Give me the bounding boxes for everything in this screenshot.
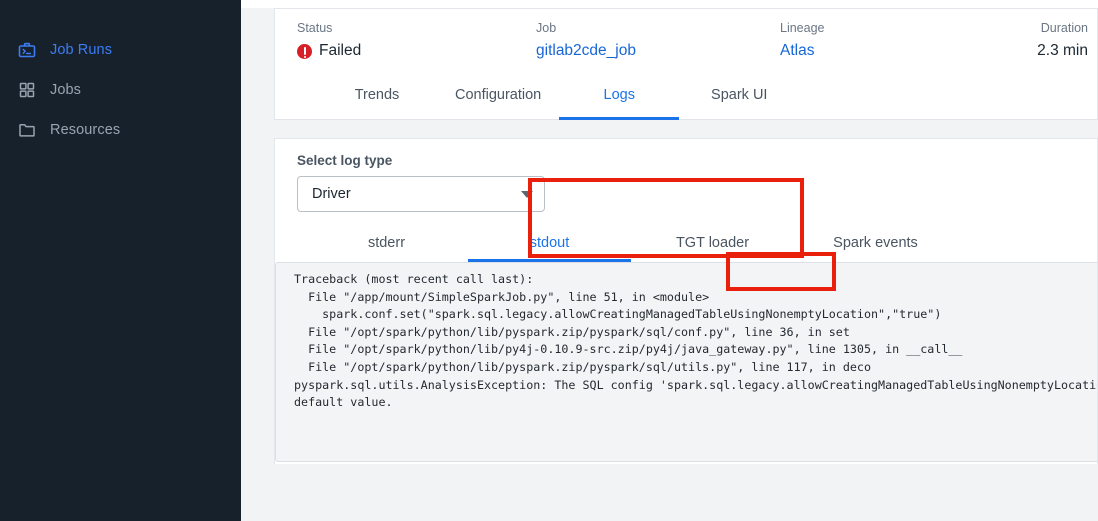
sidebar-item-resources[interactable]: Resources — [0, 110, 241, 150]
sidebar-item-label: Resources — [50, 122, 121, 138]
job-link[interactable]: gitlab2cde_job — [536, 39, 636, 63]
job-run-logs-page: Job Runs Jobs Resources Status Failed Jo… — [0, 0, 1098, 521]
subtab-spark-events[interactable]: Spark events — [794, 224, 957, 262]
section-gap — [274, 120, 1098, 138]
summary-status: Status Failed — [297, 20, 361, 63]
chevron-down-icon — [521, 190, 533, 198]
error-icon — [297, 43, 312, 59]
tab-logs[interactable]: Logs — [559, 70, 680, 120]
subtab-label: stdout — [529, 235, 570, 251]
jobs-grid-icon — [18, 81, 36, 99]
subtab-stderr[interactable]: stderr — [305, 224, 468, 262]
tab-configuration[interactable]: Configuration — [437, 70, 559, 120]
content-column: Status Failed Job gitlab2cde_job Lineage… — [274, 8, 1098, 521]
subtab-stdout[interactable]: stdout — [468, 224, 631, 262]
status-badge: Failed — [319, 42, 362, 59]
lineage-caption: Lineage — [780, 21, 825, 35]
status-caption: Status — [297, 21, 333, 35]
sidebar-item-label: Jobs — [50, 82, 82, 98]
folder-icon — [18, 121, 36, 139]
log-type-selected-value: Driver — [312, 186, 351, 202]
log-output-pane[interactable]: Traceback (most recent call last): File … — [275, 262, 1097, 462]
sidebar-item-label: Job Runs — [50, 42, 113, 58]
duration-value: 2.3 min — [1037, 42, 1088, 59]
log-subtabs: stderr stdout TGT loader Spark events — [275, 224, 1097, 262]
log-type-select[interactable]: Driver — [297, 176, 545, 212]
sidebar-item-job-runs[interactable]: Job Runs — [0, 30, 241, 70]
sidebar-item-jobs[interactable]: Jobs — [0, 70, 241, 110]
main-tabs: Trends Configuration Logs Spark UI — [274, 70, 1098, 120]
tab-spark-ui[interactable]: Spark UI — [679, 70, 799, 120]
sidebar: Job Runs Jobs Resources — [0, 0, 241, 521]
main-area: Status Failed Job gitlab2cde_job Lineage… — [241, 0, 1098, 521]
top-strip — [241, 0, 1098, 8]
logs-panel: Select log type Driver stderr stdout TGT… — [274, 138, 1098, 464]
run-summary-card: Status Failed Job gitlab2cde_job Lineage… — [274, 8, 1098, 70]
subtab-label: Spark events — [833, 235, 918, 251]
tab-label: Spark UI — [711, 87, 768, 103]
select-log-type-label: Select log type — [297, 153, 393, 168]
summary-job: Job gitlab2cde_job — [536, 20, 636, 63]
subtab-label: TGT loader — [675, 235, 750, 251]
job-caption: Job — [536, 21, 557, 35]
log-output-text: Traceback (most recent call last): File … — [294, 272, 1097, 410]
status-value-row: Failed — [297, 39, 361, 63]
tab-label: Logs — [603, 87, 635, 103]
subtab-label: stderr — [367, 235, 406, 251]
duration-caption: Duration — [1040, 21, 1088, 35]
job-runs-icon — [18, 41, 36, 59]
summary-lineage: Lineage Atlas — [780, 20, 825, 63]
subtab-tgt-loader[interactable]: TGT loader — [631, 224, 794, 262]
lineage-link[interactable]: Atlas — [780, 39, 825, 63]
summary-duration: Duration 2.3 min — [1037, 20, 1088, 63]
tab-trends[interactable]: Trends — [317, 70, 437, 120]
tab-label: Configuration — [455, 87, 542, 103]
tab-label: Trends — [354, 87, 400, 103]
